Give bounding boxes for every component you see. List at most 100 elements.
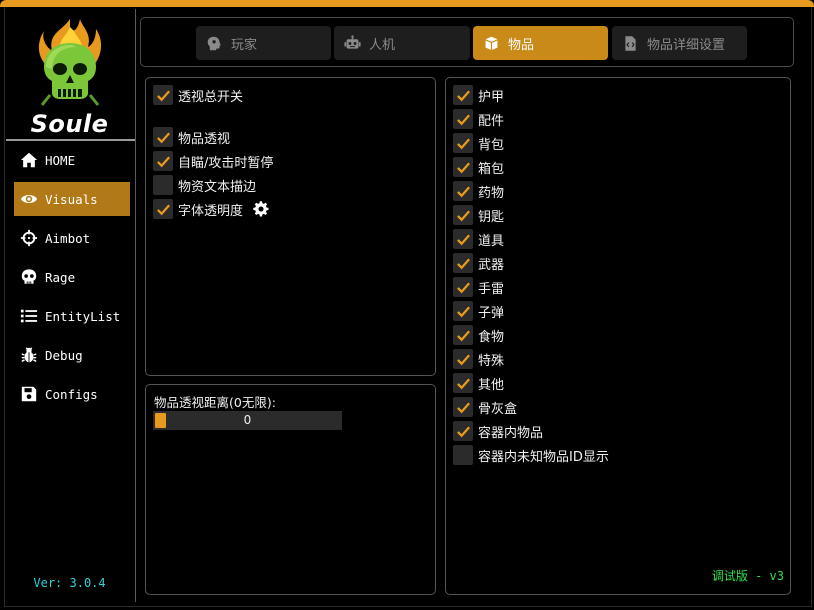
sidebar-item-label: HOME <box>45 152 76 168</box>
checkbox-checked[interactable] <box>453 133 473 153</box>
item-categories-panel: 调试版 - v3 护甲 配件 背包 箱包 药物 钥匙 道具 武器 手雷 子弹 食物 特殊 其他 骨灰盒 容器… <box>445 77 791 595</box>
checkbox-checked[interactable] <box>453 205 473 225</box>
checkbox-checked[interactable] <box>453 157 473 177</box>
checkbox-checked[interactable] <box>453 229 473 249</box>
item-category-row[interactable]: 子弹 <box>453 301 504 321</box>
floppy-icon <box>21 386 37 402</box>
checkmark-icon <box>456 378 470 389</box>
checkbox-checked[interactable] <box>453 397 473 417</box>
checkbox-checked[interactable] <box>453 373 473 393</box>
home-icon <box>20 152 38 168</box>
checkbox-checked[interactable] <box>453 301 473 321</box>
checkmark-icon <box>456 258 470 269</box>
checkmark-icon <box>456 306 470 317</box>
checkmark-icon <box>156 204 170 215</box>
item-category-row[interactable]: 特殊 <box>453 349 504 369</box>
item-category-row[interactable]: 容器内物品 <box>453 421 543 441</box>
checkbox-checked[interactable] <box>453 181 473 201</box>
checkbox-checked[interactable] <box>153 85 173 105</box>
boxes-icon <box>485 36 498 50</box>
option-label: 字体透明度 <box>178 203 244 219</box>
tab-items[interactable]: 物品 <box>473 26 608 60</box>
item-category-row[interactable]: 食物 <box>453 325 504 345</box>
sidebar-item-configs[interactable]: Configs <box>14 377 130 411</box>
checkbox-checked[interactable] <box>153 127 173 147</box>
item-category-label: 食物 <box>478 329 505 345</box>
option-font-opacity[interactable]: 字体透明度 <box>153 199 269 219</box>
distance-slider[interactable]: 0 <box>153 411 342 430</box>
distance-label: 物品透视距离(0无限): <box>154 395 276 410</box>
gear-icon[interactable] <box>253 201 269 217</box>
item-category-row[interactable]: 道具 <box>453 229 504 249</box>
item-category-row[interactable]: 箱包 <box>453 157 504 177</box>
checkbox-checked[interactable] <box>453 85 473 105</box>
item-category-label: 容器内物品 <box>478 425 544 441</box>
tab-item-detail-settings[interactable]: 物品详细设置 <box>612 26 747 60</box>
checkbox-checked[interactable] <box>453 253 473 273</box>
tab-players[interactable]: 玩家 <box>196 26 331 60</box>
item-category-row[interactable]: 护甲 <box>453 85 504 105</box>
sidebar-item-label: Debug <box>45 347 83 363</box>
option-label: 透视总开关 <box>178 89 244 105</box>
sidebar-item-visuals[interactable]: Visuals <box>14 182 130 216</box>
item-category-label: 背包 <box>478 137 505 153</box>
item-category-row[interactable]: 钥匙 <box>453 205 504 225</box>
sidebar-item-debug[interactable]: Debug <box>14 338 130 372</box>
head-icon <box>207 36 221 50</box>
sidebar-item-home[interactable]: HOME <box>14 143 130 177</box>
checkbox-checked[interactable] <box>453 349 473 369</box>
item-category-label: 特殊 <box>478 353 505 369</box>
option-esp-master-switch[interactable]: 透视总开关 <box>153 85 243 105</box>
bug-icon <box>21 347 37 363</box>
sidebar-item-aimbot[interactable]: Aimbot <box>14 221 130 255</box>
tab-bots[interactable]: 人机 <box>334 26 470 60</box>
window-top-accent-bar <box>0 0 814 7</box>
general-options-panel: 透视总开关 物品透视 自瞄/攻击时暂停 物资文本描边 字体透明度 <box>145 77 436 376</box>
code-file-icon <box>625 35 636 51</box>
item-category-label: 箱包 <box>478 161 505 177</box>
sidebar-item-label: Visuals <box>45 191 98 207</box>
option-pause-when-aiming[interactable]: 自瞄/攻击时暂停 <box>153 151 273 171</box>
checkbox-unchecked[interactable] <box>153 175 173 195</box>
option-label: 物资文本描边 <box>178 179 257 195</box>
item-category-row[interactable]: 药物 <box>453 181 504 201</box>
checkbox-checked[interactable] <box>453 421 473 441</box>
logo-text: Soule <box>30 110 109 138</box>
checkbox-unchecked[interactable] <box>453 445 473 465</box>
option-label: 自瞄/攻击时暂停 <box>178 155 274 171</box>
item-category-row[interactable]: 手雷 <box>453 277 504 297</box>
sidebar-item-rage[interactable]: Rage <box>14 260 130 294</box>
item-category-row[interactable]: 骨灰盒 <box>453 397 517 417</box>
item-category-label: 道具 <box>478 233 505 249</box>
item-category-row[interactable]: 容器内未知物品ID显示 <box>453 445 609 465</box>
checkmark-icon <box>456 354 470 365</box>
tab-label: 物品详细设置 <box>647 37 726 53</box>
crosshair-icon <box>20 229 38 247</box>
checkbox-checked[interactable] <box>153 199 173 219</box>
checkbox-checked[interactable] <box>453 277 473 297</box>
sidebar-item-label: Configs <box>45 386 98 402</box>
checkmark-icon <box>456 402 470 413</box>
checkmark-icon <box>456 426 470 437</box>
item-category-row[interactable]: 背包 <box>453 133 504 153</box>
item-category-row[interactable]: 配件 <box>453 109 504 129</box>
sidebar-item-label: Aimbot <box>45 230 91 246</box>
option-text-outline[interactable]: 物资文本描边 <box>153 175 256 195</box>
item-category-row[interactable]: 其他 <box>453 373 504 393</box>
item-category-label: 其他 <box>478 377 505 393</box>
item-category-label: 容器内未知物品ID显示 <box>478 449 609 465</box>
item-category-label: 骨灰盒 <box>478 401 518 417</box>
checkmark-icon <box>456 138 470 149</box>
sidebar-item-entitylist[interactable]: EntityList <box>14 299 130 333</box>
checkbox-checked[interactable] <box>453 325 473 345</box>
checkbox-checked[interactable] <box>153 151 173 171</box>
item-category-label: 药物 <box>478 185 505 201</box>
slider-value: 0 <box>243 413 252 427</box>
version-label: Ver: 3.0.4 <box>33 576 106 590</box>
item-category-row[interactable]: 武器 <box>453 253 504 273</box>
skull-icon <box>21 269 37 284</box>
sidebar: Soule HOME Visuals Aimbot Rage EntityLis… <box>4 9 136 602</box>
checkbox-checked[interactable] <box>453 109 473 129</box>
eye-icon <box>20 194 38 204</box>
option-item-esp[interactable]: 物品透视 <box>153 127 230 147</box>
